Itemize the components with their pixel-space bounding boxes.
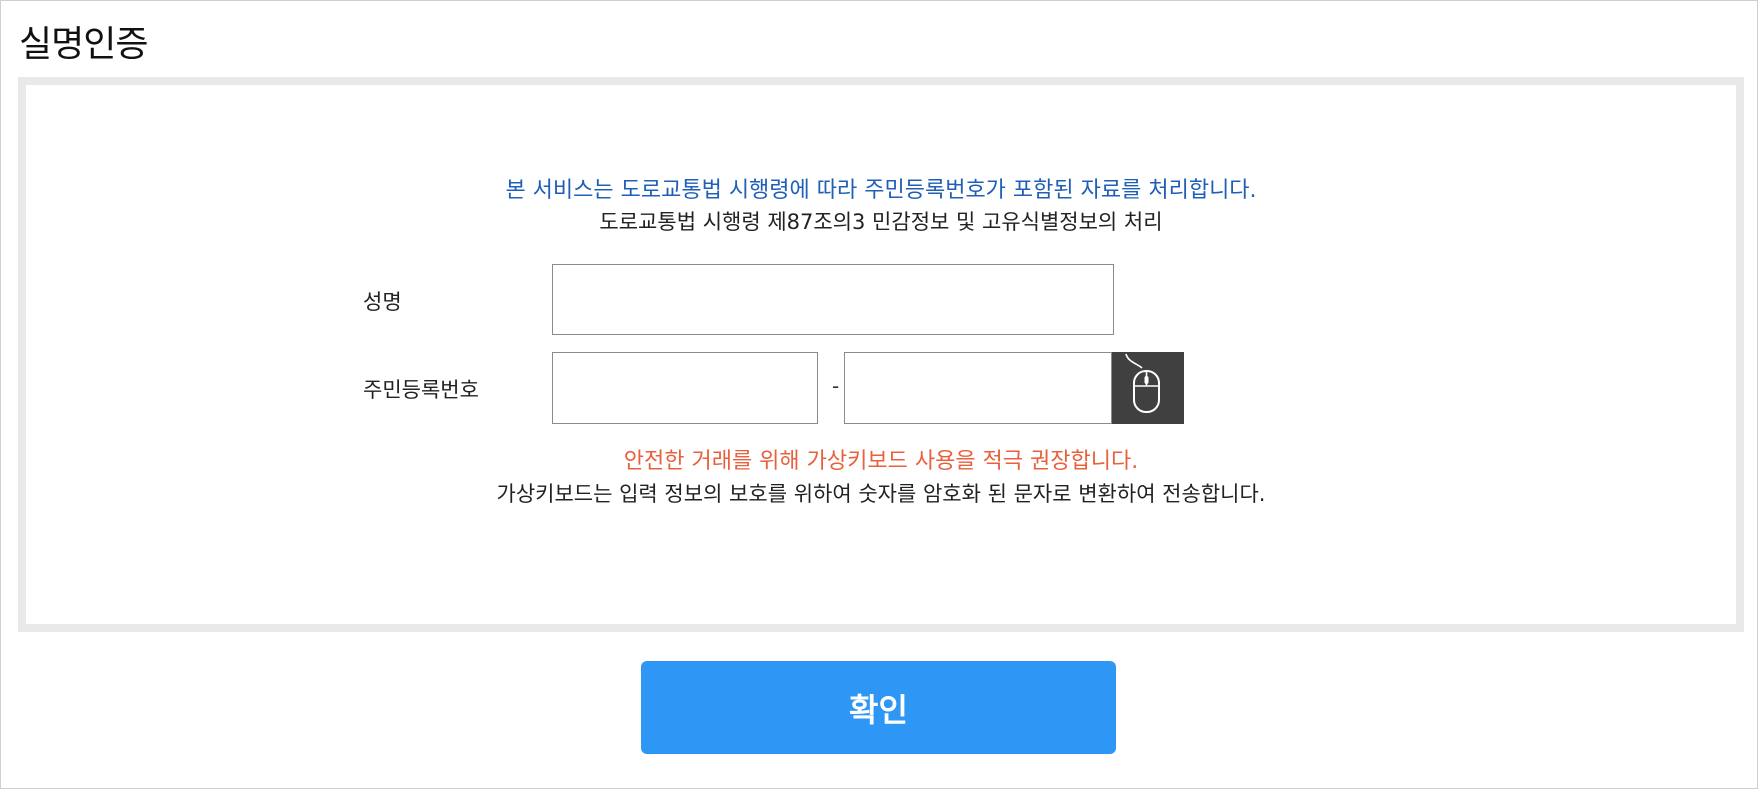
rrn-label: 주민등록번호 bbox=[363, 378, 479, 402]
virtual-keyboard-info: 가상키보드는 입력 정보의 보호를 위하여 숫자를 암호화 된 문자로 변환하여… bbox=[496, 482, 1266, 506]
app-window: 실명인증 본 서비스는 도로교통법 시행령에 따라 주민등록번호가 포함된 자료… bbox=[0, 0, 1758, 789]
name-input[interactable] bbox=[552, 264, 1114, 335]
page-title: 실명인증 bbox=[19, 24, 148, 65]
legal-notice: 도로교통법 시행령 제87조의3 민감정보 및 고유식별정보의 처리 bbox=[599, 210, 1163, 234]
service-notice: 본 서비스는 도로교통법 시행령에 따라 주민등록번호가 포함된 자료를 처리합… bbox=[505, 178, 1257, 203]
name-label: 성명 bbox=[363, 290, 402, 314]
verification-panel: 본 서비스는 도로교통법 시행령에 따라 주민등록번호가 포함된 자료를 처리합… bbox=[18, 77, 1744, 632]
rrn-front-input[interactable] bbox=[552, 352, 818, 424]
mouse-icon bbox=[1125, 353, 1160, 413]
confirm-button[interactable]: 확인 bbox=[641, 661, 1116, 754]
virtual-keyboard-button[interactable] bbox=[1112, 352, 1184, 424]
rrn-back-input[interactable] bbox=[844, 352, 1112, 424]
virtual-keyboard-recommendation: 안전한 거래를 위해 가상키보드 사용을 적극 권장합니다. bbox=[623, 449, 1139, 474]
rrn-separator: - bbox=[832, 374, 840, 398]
